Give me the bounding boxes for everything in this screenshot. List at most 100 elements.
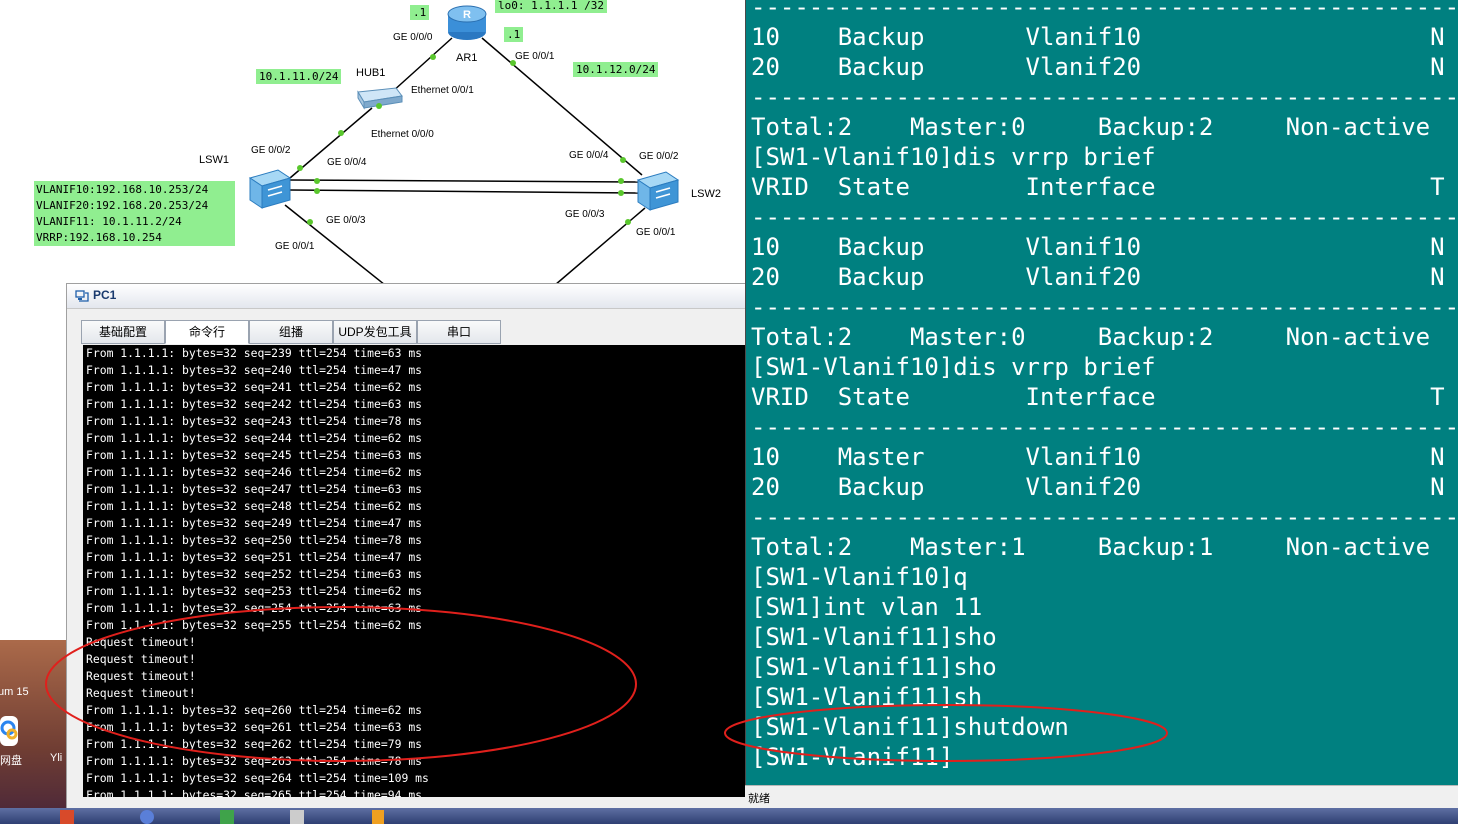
hub-port-down: Ethernet 0/0/0: [371, 129, 434, 140]
terminal-line: 20 Backup Vlanif20 N: [751, 53, 1445, 81]
router-name: AR1: [456, 52, 478, 64]
lsw2-name: LSW2: [691, 188, 721, 200]
router-port-right: GE 0/0/1: [515, 51, 555, 62]
terminal-line: ----------------------------------------…: [751, 413, 1458, 441]
link-dot: [510, 60, 516, 66]
terminal-line: 10 Master Vlanif10 N: [751, 443, 1445, 471]
link-dot: [338, 130, 344, 136]
svg-text:R: R: [463, 9, 471, 21]
console-line: Request timeout!: [86, 669, 196, 683]
terminal-line: [SW1-Vlanif10]dis vrrp brief: [751, 143, 1156, 171]
link-dot: [618, 178, 624, 184]
lsw1-info-box: VLANIF10:192.168.10.253/24 VLANIF20:192.…: [34, 181, 235, 246]
lsw1-port-4: GE 0/0/4: [327, 157, 367, 168]
lsw1-port-2: GE 0/0/2: [251, 145, 291, 156]
console-line: From 1.1.1.1: bytes=32 seq=251 ttl=254 t…: [86, 550, 423, 564]
lsw1-info-line: VLANIF11: 10.1.11.2/24: [36, 215, 182, 228]
taskbar-app-icon[interactable]: [372, 810, 384, 824]
terminal-line: ----------------------------------------…: [751, 503, 1458, 531]
pc1-window[interactable]: PC1 基础配置 命令行 组播 UDP发包工具 串口 From 1.1.1.1:…: [66, 283, 758, 810]
console-line: From 1.1.1.1: bytes=32 seq=262 ttl=254 t…: [86, 737, 423, 751]
terminal-line: ----------------------------------------…: [751, 293, 1458, 321]
terminal-line: [SW1-Vlanif10]dis vrrp brief: [751, 353, 1156, 381]
lsw2-port-3: GE 0/0/3: [565, 209, 605, 220]
topology-links: [284, 37, 646, 286]
topology-canvas[interactable]: R AR1 lo0: 1.1.1.1 /32 .1 .1 GE 0/0/0 GE…: [0, 0, 745, 290]
console-line: From 1.1.1.1: bytes=32 seq=250 ttl=254 t…: [86, 533, 423, 547]
console-line: From 1.1.1.1: bytes=32 seq=244 ttl=254 t…: [86, 431, 423, 445]
switch-lsw1-icon[interactable]: [248, 168, 292, 210]
console-line: From 1.1.1.1: bytes=32 seq=242 ttl=254 t…: [86, 397, 423, 411]
link-dot: [307, 219, 313, 225]
taskbar: [0, 808, 1458, 824]
link-dot: [618, 190, 624, 196]
console-line: Request timeout!: [86, 652, 196, 666]
lsw2-port-4: GE 0/0/4: [569, 150, 609, 161]
terminal-line: [SW1-Vlanif11]shutdown: [751, 713, 1069, 741]
tab-serial-port[interactable]: 串口: [417, 320, 501, 344]
terminal-line: VRID State Interface T: [751, 383, 1445, 411]
net-left-label: 10.1.11.0/24: [256, 69, 342, 84]
taskbar-app-icon[interactable]: [220, 810, 234, 824]
terminal-line: [SW1-Vlanif11]: [751, 743, 954, 771]
router-ar1-icon[interactable]: R: [446, 2, 488, 42]
console-line: From 1.1.1.1: bytes=32 seq=264 ttl=254 t…: [86, 771, 429, 785]
lsw1-info-line: VRRP:192.168.10.254: [36, 231, 162, 244]
router-port-left: GE 0/0/0: [393, 32, 433, 43]
console-line: From 1.1.1.1: bytes=32 seq=253 ttl=254 t…: [86, 584, 423, 598]
console-line: From 1.1.1.1: bytes=32 seq=239 ttl=254 t…: [86, 346, 423, 360]
terminal-line: VRID State Interface T: [751, 173, 1445, 201]
taskbar-app-icon[interactable]: [290, 810, 304, 824]
baidu-netdisk-icon[interactable]: [0, 716, 18, 746]
terminal-line: Total:2 Master:0 Backup:2 Non-active: [751, 113, 1431, 141]
switch-lsw2-icon[interactable]: [636, 170, 680, 212]
terminal-line: ----------------------------------------…: [751, 83, 1458, 111]
tab-command-line[interactable]: 命令行: [165, 320, 249, 344]
terminal-line: [SW1-Vlanif11]sh: [751, 683, 983, 711]
taskbar-app-icon[interactable]: [140, 810, 154, 824]
console-line: From 1.1.1.1: bytes=32 seq=246 ttl=254 t…: [86, 465, 423, 479]
terminal-line: [SW1]int vlan 11: [751, 593, 983, 621]
pc-app-icon: [75, 289, 89, 303]
desktop-background: um 15 网盘 Yli: [0, 640, 68, 824]
terminal-line: ----------------------------------------…: [751, 0, 1458, 21]
tab-basic-config[interactable]: 基础配置: [81, 320, 165, 344]
console-line: From 1.1.1.1: bytes=32 seq=261 ttl=254 t…: [86, 720, 423, 734]
terminal-line: 10 Backup Vlanif10 N: [751, 23, 1445, 51]
console-line: From 1.1.1.1: bytes=32 seq=260 ttl=254 t…: [86, 703, 423, 717]
console-line: From 1.1.1.1: bytes=32 seq=247 ttl=254 t…: [86, 482, 423, 496]
terminal-line: [SW1-Vlanif10]q: [751, 563, 968, 591]
tab-multicast[interactable]: 组播: [249, 320, 333, 344]
terminal-line: 10 Backup Vlanif10 N: [751, 233, 1445, 261]
pc1-titlebar[interactable]: PC1: [67, 284, 757, 309]
lsw1-info-line: VLANIF20:192.168.20.253/24: [36, 199, 209, 212]
lsw1-port-3: GE 0/0/3: [326, 215, 366, 226]
desktop-label: 网盘: [0, 755, 22, 767]
terminal-line: 20 Backup Vlanif20 N: [751, 263, 1445, 291]
sw1-terminal[interactable]: ----------------------------------------…: [745, 0, 1458, 785]
router-ip-right: .1: [504, 27, 524, 42]
taskbar-app-icon[interactable]: [60, 810, 74, 824]
console-line: From 1.1.1.1: bytes=32 seq=252 ttl=254 t…: [86, 567, 423, 581]
tab-udp-tool[interactable]: UDP发包工具: [333, 320, 417, 344]
desktop-label: Yli: [50, 752, 63, 764]
lsw1-name: LSW1: [199, 154, 229, 166]
console-line: From 1.1.1.1: bytes=32 seq=245 ttl=254 t…: [86, 448, 423, 462]
console-line: From 1.1.1.1: bytes=32 seq=265 ttl=254 t…: [86, 788, 423, 797]
link-dot: [314, 188, 320, 194]
hub-name: HUB1: [356, 67, 386, 79]
net-right-label: 10.1.12.0/24: [573, 62, 659, 77]
pc1-command-console[interactable]: From 1.1.1.1: bytes=32 seq=239 ttl=254 t…: [83, 345, 758, 797]
desktop-label: um 15: [0, 686, 29, 698]
hub-port-up: Ethernet 0/0/1: [411, 85, 474, 96]
lsw1-info-line: VLANIF10:192.168.10.253/24: [36, 183, 209, 196]
link-dot: [376, 103, 382, 109]
console-line: From 1.1.1.1: bytes=32 seq=255 ttl=254 t…: [86, 618, 423, 632]
link-dot: [620, 157, 626, 163]
console-line: From 1.1.1.1: bytes=32 seq=248 ttl=254 t…: [86, 499, 423, 513]
console-line: From 1.1.1.1: bytes=32 seq=249 ttl=254 t…: [86, 516, 423, 530]
console-line: From 1.1.1.1: bytes=32 seq=240 ttl=254 t…: [86, 363, 423, 377]
link-dot: [314, 178, 320, 184]
console-line: Request timeout!: [86, 635, 196, 649]
link-dot: [625, 219, 631, 225]
